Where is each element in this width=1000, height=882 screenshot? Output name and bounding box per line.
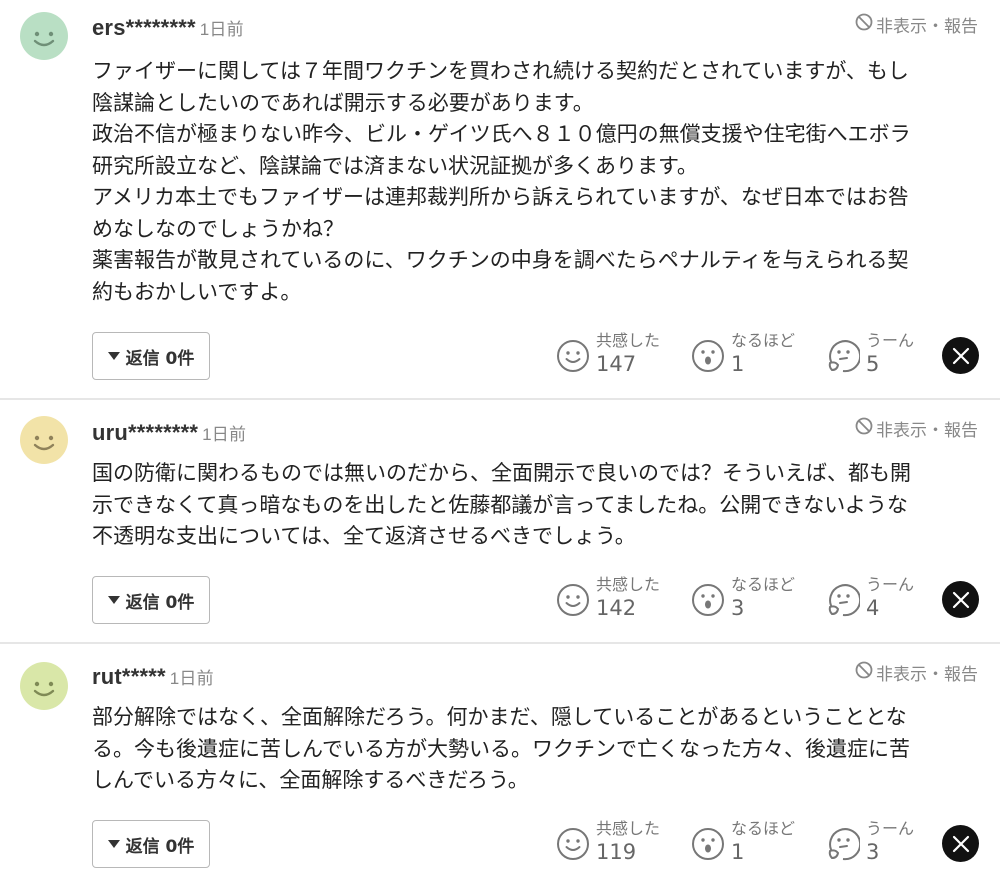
surprised-face-icon — [691, 827, 725, 861]
thinking-face-icon — [826, 827, 860, 861]
prohibit-icon — [854, 416, 874, 441]
prohibit-icon — [854, 660, 874, 685]
surprised-face-icon — [691, 583, 725, 617]
reaction-insight-button[interactable]: なるほど 3 — [691, 575, 795, 622]
reaction-count: 5 — [866, 352, 880, 376]
avatar — [20, 12, 68, 60]
thinking-face-icon — [826, 339, 860, 373]
username[interactable]: rut***** 1日前 — [92, 664, 214, 690]
avatar — [20, 416, 68, 464]
reaction-label: 共感した — [596, 819, 661, 838]
reaction-count: 1 — [731, 352, 745, 376]
report-label: 非表示・報告 — [876, 17, 978, 37]
hide-report-link[interactable]: 非表示・報告 — [854, 660, 978, 685]
reaction-count: 3 — [866, 840, 880, 864]
reaction-label: なるほど — [731, 331, 796, 350]
reaction-label: 共感した — [596, 331, 661, 350]
reaction-hmm-button[interactable]: うーん 3 — [826, 819, 914, 866]
smile-face-icon — [556, 583, 590, 617]
reply-button[interactable]: 返信 0件 — [92, 820, 210, 868]
x-logo-icon — [952, 591, 969, 608]
reaction-label: なるほど — [731, 819, 796, 838]
comment-body: ファイザーに関しては７年間ワクチンを買わされ続ける契約だとされていますが、もし … — [92, 59, 911, 304]
reaction-count: 1 — [731, 840, 745, 864]
comment-body: 部分解除ではなく、全面解除だろう。何かまだ、隠していることがあるということとな … — [92, 705, 910, 792]
timestamp: 1日前 — [202, 425, 247, 444]
smile-face-icon — [556, 339, 590, 373]
reaction-count: 4 — [866, 596, 880, 620]
reaction-label: なるほど — [731, 575, 796, 594]
share-x-button[interactable] — [942, 825, 979, 862]
comment-body: 国の防衛に関わるものでは無いのだから、全面開示で良いのでは？そういえば、都も開 … — [92, 461, 911, 548]
username[interactable]: uru******** 1日前 — [92, 420, 246, 446]
comment-divider — [0, 642, 1000, 644]
username[interactable]: ers******** 1日前 — [92, 15, 244, 41]
reply-button[interactable]: 返信 0件 — [92, 576, 210, 624]
reaction-label: うーん — [866, 331, 915, 350]
comment-item: rut***** 1日前 非表示・報告 部分解除ではなく、全面解除だろう。何かまだ… — [0, 646, 1000, 882]
reaction-insight-button[interactable]: なるほど 1 — [691, 819, 795, 866]
reaction-label: うーん — [866, 575, 915, 594]
report-label: 非表示・報告 — [876, 665, 978, 685]
reaction-agree-button[interactable]: 共感した 119 — [556, 819, 660, 866]
hide-report-link[interactable]: 非表示・報告 — [854, 12, 978, 37]
x-logo-icon — [952, 835, 969, 852]
reaction-agree-button[interactable]: 共感した 147 — [556, 331, 660, 378]
reaction-hmm-button[interactable]: うーん 5 — [826, 331, 914, 378]
reaction-hmm-button[interactable]: うーん 4 — [826, 575, 914, 622]
report-label: 非表示・報告 — [876, 421, 978, 441]
reaction-insight-button[interactable]: なるほど 1 — [691, 331, 795, 378]
prohibit-icon — [854, 12, 874, 37]
surprised-face-icon — [691, 339, 725, 373]
comment-item: uru******** 1日前 非表示・報告 国の防衛に関わるものでは無いのだから… — [0, 402, 1000, 642]
reaction-count: 119 — [596, 840, 637, 864]
x-logo-icon — [952, 347, 969, 364]
reply-button[interactable]: 返信 0件 — [92, 332, 210, 380]
comment-divider — [0, 398, 1000, 400]
timestamp: 1日前 — [169, 669, 214, 688]
triangle-down-icon — [107, 352, 120, 360]
triangle-down-icon — [107, 596, 120, 604]
share-x-button[interactable] — [942, 337, 979, 374]
triangle-down-icon — [107, 840, 120, 848]
comment-item: ers******** 1日前 非表示・報告 ファイザーに関しては７年間ワクチンを… — [0, 0, 1000, 398]
avatar — [20, 662, 68, 710]
reaction-label: うーん — [866, 819, 915, 838]
thinking-face-icon — [826, 583, 860, 617]
timestamp: 1日前 — [199, 20, 244, 39]
reaction-label: 共感した — [596, 575, 661, 594]
reaction-count: 147 — [596, 352, 637, 376]
reaction-count: 142 — [596, 596, 637, 620]
reaction-count: 3 — [731, 596, 745, 620]
smile-face-icon — [556, 827, 590, 861]
reaction-agree-button[interactable]: 共感した 142 — [556, 575, 660, 622]
hide-report-link[interactable]: 非表示・報告 — [854, 416, 978, 441]
share-x-button[interactable] — [942, 581, 979, 618]
